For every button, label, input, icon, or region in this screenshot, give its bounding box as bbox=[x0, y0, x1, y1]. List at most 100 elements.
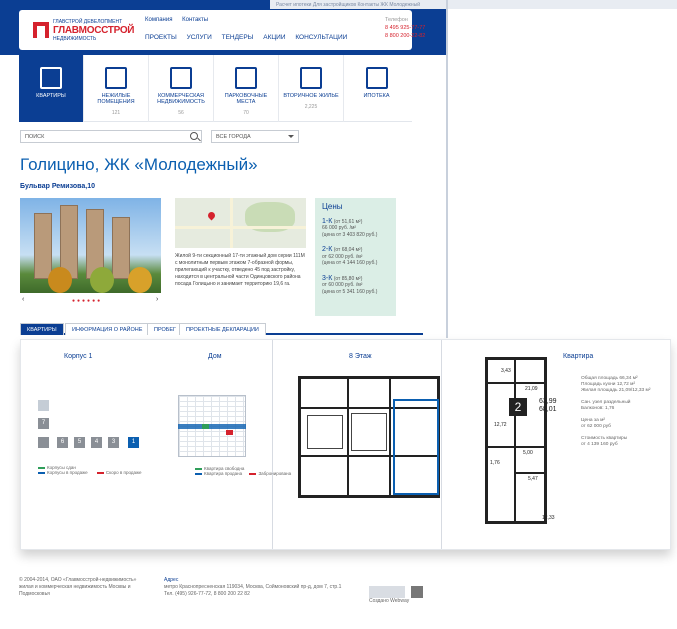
legend-swatch bbox=[195, 467, 202, 470]
complex-photo[interactable] bbox=[20, 198, 161, 293]
price-total: (цена от 4 144 160 руб.) bbox=[322, 260, 378, 266]
panel-divider bbox=[272, 340, 273, 549]
category-count: 56 bbox=[178, 110, 184, 116]
legend-swatch bbox=[195, 472, 202, 475]
legend-swatch bbox=[38, 466, 45, 469]
nav-actions[interactable]: АКЦИИ bbox=[263, 34, 285, 41]
tab-route[interactable]: ПРОБЕГ bbox=[147, 323, 184, 335]
right-blank bbox=[448, 55, 677, 338]
plan-wall bbox=[488, 446, 544, 448]
info-line: Жилая площадь 21,09/12,33 м² bbox=[581, 388, 651, 393]
photo-tree bbox=[128, 267, 152, 293]
top-strip: Расчет ипотеки Для застройщиков Контакты… bbox=[270, 0, 677, 9]
tab-district-info[interactable]: ИНФОРМАЦИЯ О РАЙОНЕ bbox=[65, 323, 150, 335]
price-area: (от 51,61 м²) bbox=[333, 218, 363, 225]
logo[interactable]: ГЛАВСТРОЙ ДЕВЕЛОПМЕНТ ГЛАВМОССТРОЙ НЕДВИ… bbox=[33, 19, 135, 42]
made-by[interactable]: Создано Webway bbox=[369, 598, 423, 605]
phones: Телефон 8 495 925-77-77 8 800 200-22-82 bbox=[385, 16, 425, 40]
legend-swatch bbox=[38, 471, 45, 474]
tab-apartments[interactable]: КВАРТИРЫ bbox=[20, 323, 64, 335]
building-block[interactable]: 5 bbox=[74, 437, 85, 448]
apartment-plan: 3,43 21,09 12,72 5,00 1,76 5,47 12,33 bbox=[485, 357, 555, 524]
selected-floor-row[interactable] bbox=[178, 424, 246, 429]
shop-icon bbox=[170, 67, 192, 89]
logo-sub-text: НЕДВИЖИМОСТЬ bbox=[53, 36, 97, 42]
category-label: КОММЕРЧЕСКАЯ НЕДВИЖИМОСТЬ bbox=[157, 93, 205, 105]
floorplan-icon bbox=[300, 67, 322, 89]
address: Бульвар Ремизова,10 bbox=[20, 183, 96, 190]
nav-company[interactable]: Компания bbox=[145, 17, 172, 23]
map-road bbox=[175, 226, 306, 229]
category-count: 70 bbox=[243, 110, 249, 116]
search-icon[interactable] bbox=[190, 132, 198, 140]
building-block[interactable]: 6 bbox=[57, 437, 68, 448]
floor-heading: 8 Этаж bbox=[349, 353, 372, 360]
legend-label: Квартира продана bbox=[204, 471, 243, 476]
building-block[interactable]: 7 bbox=[38, 418, 49, 429]
nav-tenders[interactable]: ТЕНДЕРЫ bbox=[222, 34, 254, 41]
phone-1[interactable]: 8 495 925-77-77 bbox=[385, 24, 425, 32]
building-block[interactable] bbox=[38, 400, 49, 411]
house-icon bbox=[105, 67, 127, 89]
legend-label: Скоро в продаже bbox=[105, 470, 142, 475]
plan-room-area: 12,33 bbox=[542, 515, 555, 521]
category-label: КВАРТИРЫ bbox=[36, 93, 66, 99]
plan-wall bbox=[347, 379, 349, 495]
logo-main-text: ГЛАВМОССТРОЙ bbox=[53, 25, 135, 36]
footer-copyright: © 2004-2014, ОАО «Главмосстрой-недвижимо… bbox=[19, 577, 137, 597]
selected-apartment-outline[interactable] bbox=[393, 399, 439, 495]
building-block[interactable]: 4 bbox=[91, 437, 102, 448]
building-block[interactable]: 3 bbox=[108, 437, 119, 448]
search-input[interactable]: ПОИСК bbox=[20, 130, 202, 143]
location-map[interactable] bbox=[175, 198, 306, 248]
apartment-info: Общая площадь 66,34 м² Площадь кухни 12,… bbox=[581, 376, 650, 448]
category-mortgage[interactable]: ИПОТЕКА bbox=[344, 55, 409, 122]
nav-services[interactable]: УСЛУГИ bbox=[187, 34, 212, 41]
photo-tree bbox=[90, 267, 114, 293]
phone-2[interactable]: 8 800 200-22-82 bbox=[385, 32, 425, 40]
price-area: (от 85,80 м²) bbox=[333, 275, 363, 282]
price-room-type: 3-К bbox=[322, 274, 333, 282]
apartment-heading: Квартира bbox=[563, 353, 594, 360]
plan-wall bbox=[514, 360, 516, 521]
plan-room-area: 1,76 bbox=[490, 460, 500, 466]
external-link-icon[interactable] bbox=[411, 586, 423, 598]
footer: © 2004-2014, ОАО «Главмосстрой-недвижимо… bbox=[19, 577, 439, 617]
price-total: (цена от 3 403 820 руб.) bbox=[322, 231, 378, 238]
floor-plan[interactable] bbox=[298, 376, 440, 498]
category-parking[interactable]: ПАРКОВОЧНЫЕ МЕСТА 70 bbox=[214, 55, 279, 122]
category-apartments[interactable]: КВАРТИРЫ bbox=[19, 55, 84, 122]
area-total: 63,99 bbox=[539, 398, 557, 405]
map-road bbox=[230, 198, 233, 248]
dom-legend: Квартира свободна Квартира продана Забро… bbox=[195, 466, 291, 476]
legend-label: Корпусы в продаже bbox=[47, 470, 88, 475]
plan-wall bbox=[488, 382, 544, 384]
building-block[interactable] bbox=[38, 437, 49, 448]
car-icon bbox=[235, 67, 257, 89]
nav-consulting[interactable]: КОНСУЛЬТАЦИИ bbox=[295, 34, 347, 41]
price-area: (от 68,04 м²) bbox=[333, 247, 363, 253]
complex-description: Жилой 9-ти секционный 17-ти этажный дом … bbox=[175, 253, 305, 287]
slider-dots[interactable]: ●●●●●● bbox=[72, 298, 102, 304]
category-label: ПАРКОВОЧНЫЕ МЕСТА bbox=[224, 93, 268, 105]
category-nonresidential[interactable]: НЕЖИЛЫЕ ПОМЕЩЕНИЯ 121 bbox=[84, 55, 149, 122]
price-total: (цена от 5 341 160 руб.) bbox=[322, 288, 378, 295]
free-apartment-cell[interactable] bbox=[202, 424, 209, 429]
page-title: Голицино, ЖК «Молодежный» bbox=[20, 155, 258, 174]
building-block-selected[interactable]: 1 bbox=[128, 437, 139, 448]
sold-apartment-cell[interactable] bbox=[226, 430, 233, 435]
slider-next-icon[interactable]: › bbox=[156, 296, 158, 303]
city-select[interactable]: ВСЕ ГОРОДА bbox=[211, 130, 299, 143]
category-commercial[interactable]: КОММЕРЧЕСКАЯ НЕДВИЖИМОСТЬ 56 bbox=[149, 55, 214, 122]
counter-badge[interactable] bbox=[369, 586, 405, 598]
plan-room-area: 12,72 bbox=[494, 422, 507, 428]
chevron-down-icon bbox=[288, 135, 294, 138]
nav-contacts[interactable]: Контакты bbox=[182, 17, 208, 23]
category-secondary[interactable]: ВТОРИЧНОЕ ЖИЛЬЕ 2,225 bbox=[279, 55, 344, 122]
nav-projects[interactable]: ПРОЕКТЫ bbox=[145, 34, 177, 41]
price-row: 2-К (от 68,04 м²) от 62 000 руб. /м² (це… bbox=[322, 246, 389, 267]
plan-wall bbox=[514, 472, 544, 474]
category-count: 121 bbox=[111, 110, 121, 116]
slider-prev-icon[interactable]: ‹ bbox=[22, 296, 24, 303]
tab-declarations[interactable]: ПРОЕКТНЫЕ ДЕКЛАРАЦИИ bbox=[179, 323, 266, 335]
